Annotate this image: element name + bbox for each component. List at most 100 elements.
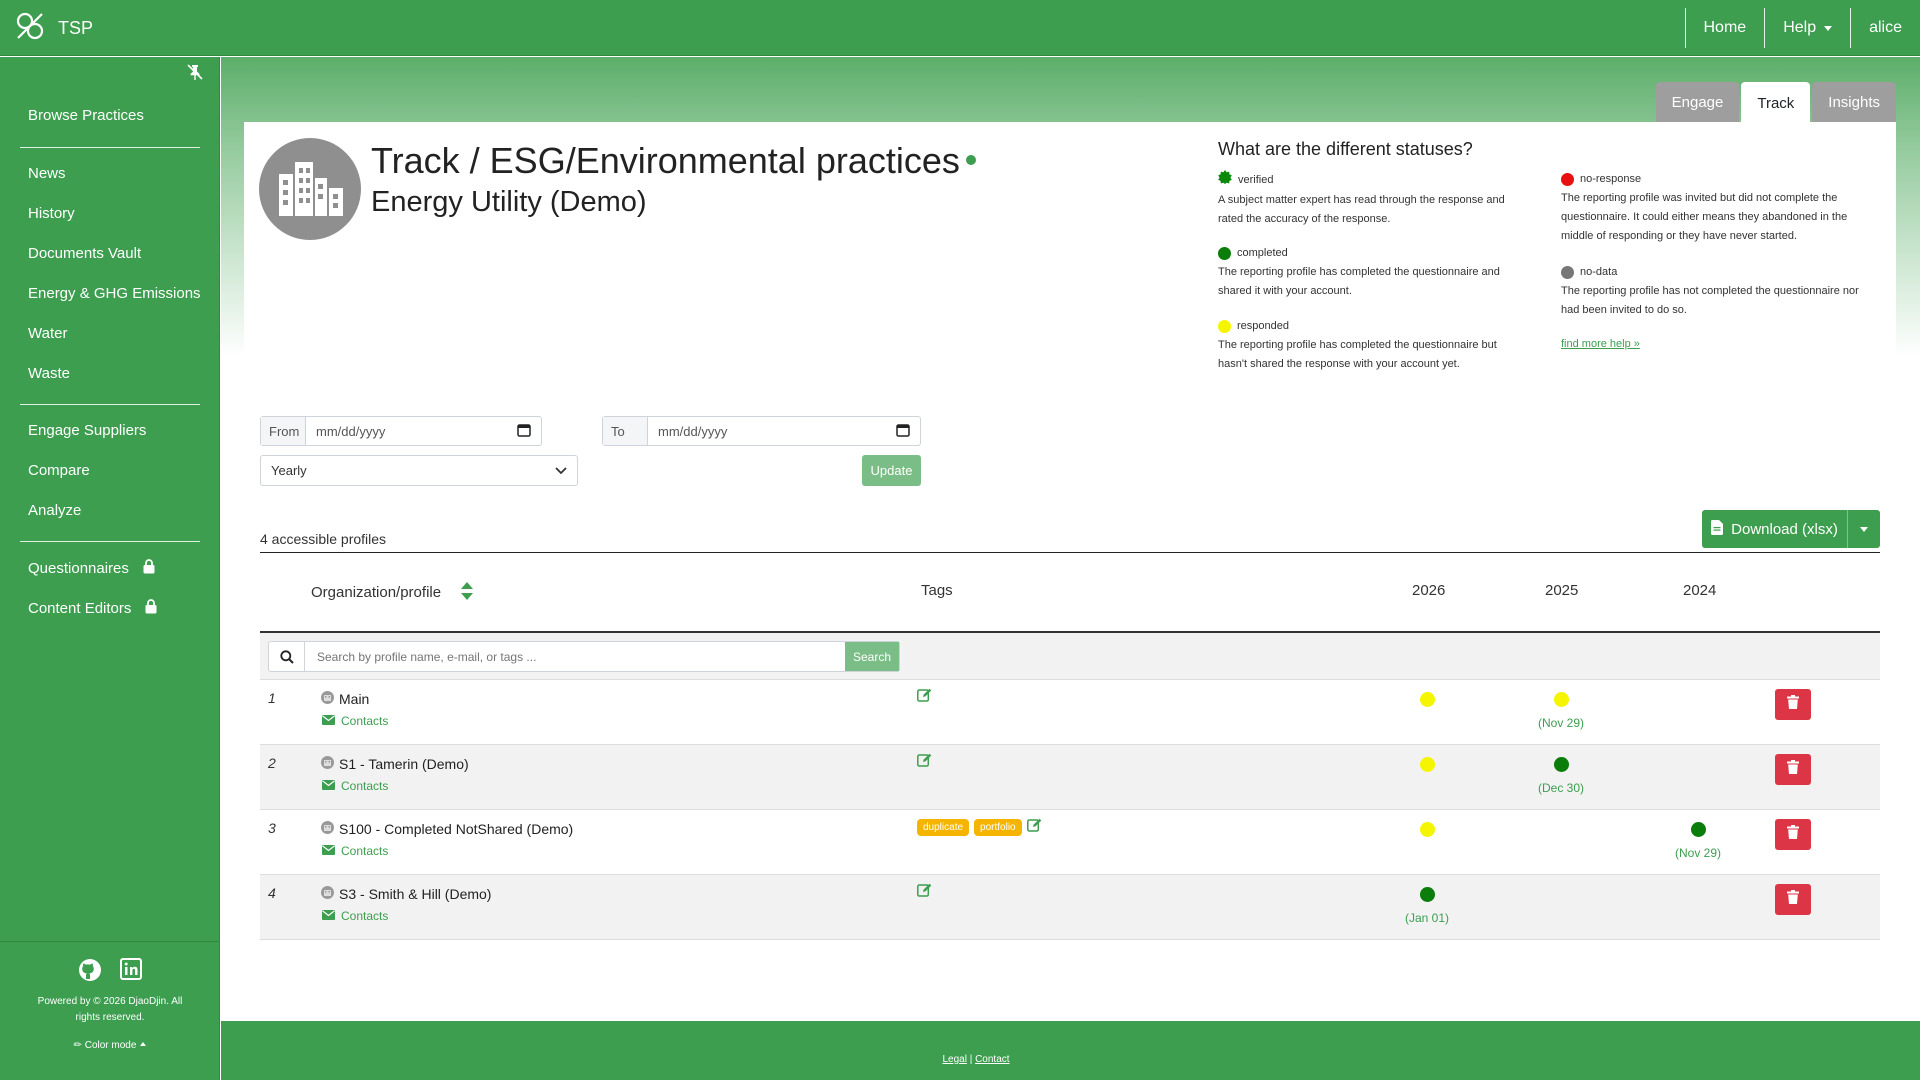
tab-engage[interactable]: Engage bbox=[1655, 82, 1740, 122]
sidebar-item-documents-vault[interactable]: Documents Vault bbox=[28, 245, 141, 262]
download-dropdown-toggle[interactable] bbox=[1848, 510, 1880, 548]
edit-tags-icon[interactable] bbox=[917, 753, 932, 772]
row-tags bbox=[917, 883, 932, 902]
footer-links: Legal | Contact bbox=[942, 1054, 1010, 1065]
status-completed-dot[interactable] bbox=[1554, 757, 1569, 772]
envelope-icon bbox=[322, 909, 335, 923]
sidebar-item-browse-practices[interactable]: Browse Practices bbox=[28, 107, 144, 124]
calendar-icon[interactable] bbox=[517, 423, 531, 440]
legal-link[interactable]: Legal bbox=[942, 1054, 966, 1065]
column-2024-header: 2024 bbox=[1683, 582, 1717, 599]
tab-insights[interactable]: Insights bbox=[1812, 82, 1896, 122]
contacts-link[interactable]: Contacts bbox=[322, 779, 388, 793]
sidebar-item-news[interactable]: News bbox=[28, 165, 66, 182]
status-dot bbox=[1561, 173, 1574, 186]
help-icon[interactable] bbox=[965, 155, 976, 165]
sidebar-item-content-editors[interactable]: Content Editors bbox=[28, 599, 157, 618]
delete-button[interactable] bbox=[1775, 819, 1811, 850]
delete-button[interactable] bbox=[1775, 689, 1811, 720]
column-org-header[interactable]: Organization/profile bbox=[311, 582, 474, 604]
search-icon bbox=[269, 642, 305, 671]
calendar-icon[interactable] bbox=[896, 423, 910, 440]
status-responded-dot[interactable] bbox=[1420, 692, 1435, 707]
from-date-input[interactable]: mm/dd/yyyy bbox=[306, 417, 541, 445]
to-date-group: To mm/dd/yyyy bbox=[602, 416, 921, 446]
sidebar-item-water[interactable]: Water bbox=[28, 325, 67, 342]
nav-user[interactable]: alice bbox=[1850, 8, 1920, 48]
github-icon[interactable] bbox=[78, 958, 102, 987]
sidebar-item-history[interactable]: History bbox=[28, 205, 75, 222]
search-row: Search bbox=[260, 633, 1880, 680]
nav-home[interactable]: Home bbox=[1684, 8, 1765, 48]
status-completed-dot[interactable] bbox=[1420, 887, 1435, 902]
status-completed-dot[interactable] bbox=[1691, 822, 1706, 837]
color-mode-toggle[interactable]: ✏︎ Color mode bbox=[0, 1040, 220, 1051]
nav-help-dropdown[interactable]: Help bbox=[1764, 8, 1850, 48]
globe-icon bbox=[320, 755, 335, 773]
contacts-label: Contacts bbox=[341, 844, 389, 858]
contacts-link[interactable]: Contacts bbox=[322, 844, 388, 858]
download-label: Download (xlsx) bbox=[1731, 520, 1838, 538]
status-responded-dot[interactable] bbox=[1420, 757, 1435, 772]
sidebar-item-waste[interactable]: Waste bbox=[28, 365, 70, 382]
edit-tags-icon[interactable] bbox=[1026, 818, 1042, 837]
status-responded-dot[interactable] bbox=[1554, 692, 1569, 707]
to-date-input[interactable]: mm/dd/yyyy bbox=[648, 417, 920, 445]
sidebar-item-engage-suppliers[interactable]: Engage Suppliers bbox=[28, 422, 146, 439]
profile-name[interactable]: Main bbox=[320, 690, 369, 708]
delete-button[interactable] bbox=[1775, 884, 1811, 915]
profile-name[interactable]: S100 - Completed NotShared (Demo) bbox=[320, 820, 573, 838]
status-description: A subject matter expert has read through… bbox=[1218, 194, 1505, 225]
trash-icon bbox=[1787, 890, 1799, 909]
contact-link[interactable]: Contact bbox=[975, 1054, 1009, 1065]
table-row: 4 S3 - Smith & Hill (Demo) Contacts (Jan 01… bbox=[260, 875, 1880, 940]
sidebar-divider bbox=[20, 404, 200, 405]
sidebar-item-compare[interactable]: Compare bbox=[28, 462, 90, 479]
edit-tags-icon[interactable] bbox=[917, 688, 932, 707]
download-main[interactable]: Download (xlsx) bbox=[1702, 510, 1848, 548]
sidebar-item-energy-ghg[interactable]: Energy & GHG Emissions bbox=[28, 285, 201, 302]
contacts-link[interactable]: Contacts bbox=[322, 714, 388, 728]
from-label: From bbox=[261, 417, 306, 445]
update-button[interactable]: Update bbox=[862, 455, 921, 486]
sidebar-divider bbox=[20, 541, 200, 542]
status-name: verified bbox=[1238, 174, 1274, 186]
edit-tags-icon[interactable] bbox=[917, 883, 932, 902]
row-tags bbox=[917, 753, 932, 772]
status-responded-dot[interactable] bbox=[1420, 822, 1435, 837]
brand-name: TSP bbox=[58, 18, 94, 38]
status-dot bbox=[1561, 266, 1574, 279]
search-input[interactable] bbox=[305, 642, 845, 671]
delete-button[interactable] bbox=[1775, 754, 1811, 785]
trash-icon bbox=[1787, 695, 1799, 714]
linkedin-icon[interactable] bbox=[120, 958, 142, 987]
unpin-icon[interactable] bbox=[186, 63, 204, 86]
sort-icon[interactable] bbox=[461, 582, 474, 604]
sidebar-item-analyze[interactable]: Analyze bbox=[28, 502, 81, 519]
status-date: (Nov 29) bbox=[1537, 716, 1584, 730]
contacts-link[interactable]: Contacts bbox=[322, 909, 388, 923]
profile-name[interactable]: S1 - Tamerin (Demo) bbox=[320, 755, 469, 773]
chevron-down-icon bbox=[1824, 25, 1833, 31]
trash-icon bbox=[1787, 760, 1799, 779]
sidebar-item-questionnaires[interactable]: Questionnaires bbox=[28, 559, 155, 578]
verified-badge-icon bbox=[1218, 170, 1232, 191]
download-xlsx-button[interactable]: Download (xlsx) bbox=[1702, 510, 1880, 548]
tag-badge[interactable]: duplicate bbox=[917, 819, 970, 836]
brand[interactable]: TSP bbox=[14, 10, 93, 47]
search-button[interactable]: Search bbox=[845, 642, 899, 671]
view-tabs: Engage Track Insights bbox=[1655, 82, 1896, 124]
status-no-response: no-response The reporting profile was in… bbox=[1561, 170, 1871, 246]
globe-icon bbox=[320, 820, 335, 838]
profile-name[interactable]: S3 - Smith & Hill (Demo) bbox=[320, 885, 491, 903]
tag-badge[interactable]: portfolio bbox=[974, 819, 1022, 836]
to-label: To bbox=[603, 417, 648, 445]
status-no-data: no-data The reporting profile has not co… bbox=[1561, 263, 1871, 320]
contacts-label: Contacts bbox=[341, 909, 389, 923]
find-more-help-link[interactable]: find more help » bbox=[1561, 338, 1640, 350]
tab-track[interactable]: Track bbox=[1741, 82, 1811, 124]
column-2026-header: 2026 bbox=[1412, 582, 1446, 599]
period-select[interactable]: Yearly bbox=[260, 455, 578, 486]
lock-icon bbox=[145, 599, 157, 618]
status-name: responded bbox=[1237, 320, 1289, 332]
